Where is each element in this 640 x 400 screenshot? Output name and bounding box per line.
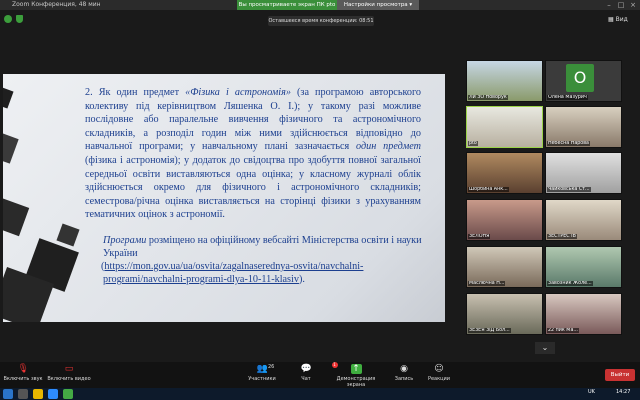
slide-paragraph-2: Програми розміщено на офіційному вебсайт… xyxy=(101,234,423,286)
p2-paren: ). xyxy=(298,274,305,285)
participant-name: ЗЕЗЕЯ ЗІД Бол... xyxy=(468,328,511,333)
chat-icon: 💬 1 xyxy=(300,362,338,374)
participant-tile[interactable]: О Олена Мазурич xyxy=(545,60,622,102)
smile-icon: ☺ xyxy=(434,364,444,374)
participant-name: Маслючна Н... xyxy=(468,281,506,286)
share-status: Вы просматриваете экран ПК pto xyxy=(237,0,337,10)
language-indicator[interactable]: UK xyxy=(588,389,595,395)
avatar: О xyxy=(566,64,594,92)
minimize-icon[interactable]: – xyxy=(604,1,614,9)
start-video-button[interactable]: ▭ Включить видео xyxy=(44,364,94,382)
slide-paragraph-1: 2. Як один предмет «Фізика і астрономія»… xyxy=(85,86,421,222)
decor-cube-icon xyxy=(3,85,14,109)
share-screen-label: Демонстрация экрана xyxy=(336,376,376,388)
decor-cube-icon xyxy=(3,197,30,237)
mon-link[interactable]: https://mon.gov.ua/ua/osvita/zagalnasere… xyxy=(103,261,363,285)
p1-text: 2. Як один предмет xyxy=(85,87,186,98)
participant-name: Олена Мазурич xyxy=(547,95,588,100)
participant-tile[interactable]: Ли ЗО Новорук xyxy=(466,60,543,102)
participants-count: 26 xyxy=(268,364,275,370)
participant-tile[interactable]: 22 пик Ма... xyxy=(545,293,622,335)
start-icon[interactable] xyxy=(3,389,13,399)
participant-tile[interactable]: Завозник Жоле... xyxy=(545,246,622,288)
participant-tile[interactable]: Маслючна Н... xyxy=(466,246,543,288)
participant-name: Небесна Нарова xyxy=(547,141,590,146)
maximize-icon[interactable]: □ xyxy=(616,1,626,9)
reactions-button[interactable]: ☺ Реакции xyxy=(414,364,464,382)
info-icon[interactable] xyxy=(4,15,12,23)
p2-emph: Програми xyxy=(103,235,147,246)
window-title: Zoom Конференция, 48 мин xyxy=(12,1,101,8)
chat-label: Чат xyxy=(301,376,311,382)
participant-name: ЗЕЛОНЯ xyxy=(468,234,491,239)
unmute-label: Включить звук xyxy=(3,376,43,382)
p1-text: (фізика і астрономія); у додаток до свід… xyxy=(85,154,421,221)
p1-emph: «Фізика і астрономія» xyxy=(185,87,291,98)
chevron-down-icon[interactable]: ⌄ xyxy=(535,342,555,354)
decor-cube-icon xyxy=(56,223,80,247)
record-label: Запись xyxy=(394,376,414,382)
participant-name: Ли ЗО Новорук xyxy=(468,95,508,100)
participant-name: Шорбина Анк... xyxy=(468,187,509,192)
shield-icon[interactable] xyxy=(16,15,23,23)
participant-name: ЗЕСТРЕС ІВ xyxy=(547,234,577,239)
remaining-time: Оставшееся время конференции: 08:51 xyxy=(268,16,374,26)
participant-name: Завозник Жоле... xyxy=(547,281,593,286)
participant-name: Чайковська Ст... xyxy=(547,187,591,192)
p1-emph: один предмет xyxy=(356,141,421,153)
view-options-button[interactable]: Настройки просмотра ▾ xyxy=(337,0,419,10)
participants-button[interactable]: 👥 Участники xyxy=(237,364,287,382)
shared-slide: 2. Як один предмет «Фізика і астрономія»… xyxy=(3,74,445,322)
taskview-icon[interactable] xyxy=(18,389,28,399)
participant-tile[interactable]: ЗЕСТРЕС ІВ xyxy=(545,199,622,241)
video-off-icon: ▭ xyxy=(64,364,74,374)
participant-tile[interactable]: ЗЕЛОНЯ xyxy=(466,199,543,241)
participants-label: Участники xyxy=(248,376,276,382)
unmute-button[interactable]: 🎙 Включить звук xyxy=(0,364,48,382)
reactions-label: Реакции xyxy=(427,376,451,382)
mic-muted-icon: 🎙 xyxy=(17,364,29,374)
explorer-icon[interactable] xyxy=(33,389,43,399)
clock: 14:27 xyxy=(616,389,631,395)
share-screen-button[interactable]: ↑ Демонстрация экрана xyxy=(330,364,382,388)
participant-name: 22 пик Ма... xyxy=(547,328,579,333)
participants-icon: 👥 xyxy=(256,364,268,374)
participant-name: pto xyxy=(468,141,478,146)
decor-cube-icon xyxy=(3,130,19,164)
participant-tile[interactable]: Чайковська Ст... xyxy=(545,152,622,194)
start-video-label: Включить видео xyxy=(47,376,91,382)
share-screen-icon: ↑ xyxy=(350,364,362,374)
p2-text: розміщено на офіційному вебсайті Міністе… xyxy=(103,235,422,259)
zoom-icon[interactable] xyxy=(48,389,58,399)
view-button[interactable]: ▦ Вид xyxy=(608,16,628,23)
leave-button[interactable]: Выйти xyxy=(605,369,635,381)
record-icon: ◉ xyxy=(400,364,408,374)
close-icon[interactable]: × xyxy=(628,1,638,9)
participant-tile[interactable]: Шорбина Анк... xyxy=(466,152,543,194)
chat-button[interactable]: 💬 1 Чат xyxy=(281,362,338,382)
participant-tile[interactable]: Небесна Нарова xyxy=(545,106,622,148)
participant-tile[interactable]: ЗЕЗЕЯ ЗІД Бол... xyxy=(466,293,543,335)
chrome-icon[interactable] xyxy=(63,389,73,399)
share-banner: Вы просматриваете экран ПК pto Настройки… xyxy=(237,0,419,10)
participant-tile[interactable]: pto xyxy=(466,106,543,148)
taskbar xyxy=(0,388,640,400)
